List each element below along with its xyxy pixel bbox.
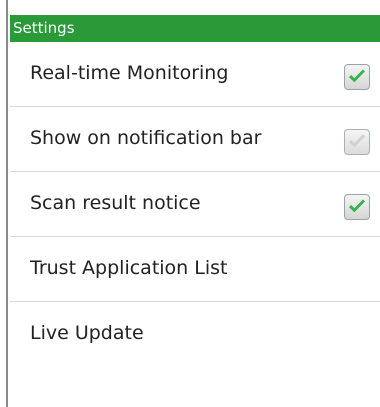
- setting-scan-result-notice[interactable]: Scan result notice: [10, 172, 380, 237]
- setting-live-update[interactable]: Live Update: [10, 302, 380, 367]
- setting-trust-application-list[interactable]: Trust Application List: [10, 237, 380, 302]
- check-icon: [349, 69, 365, 83]
- setting-label-show-on-notification-bar: Show on notification bar: [30, 127, 262, 149]
- check-icon: [349, 199, 365, 213]
- show-on-notification-bar-checkbox[interactable]: [344, 129, 370, 155]
- left-panel-border: [6, 0, 8, 407]
- settings-header: Settings: [10, 15, 380, 42]
- setting-show-on-notification-bar[interactable]: Show on notification bar: [10, 107, 380, 172]
- setting-label-scan-result-notice: Scan result notice: [30, 192, 201, 214]
- real-time-monitoring-checkbox[interactable]: [344, 64, 370, 90]
- scan-result-notice-checkbox[interactable]: [344, 194, 370, 220]
- setting-label-live-update: Live Update: [30, 322, 144, 344]
- check-icon: [349, 134, 365, 148]
- setting-real-time-monitoring[interactable]: Real-time Monitoring: [10, 42, 380, 107]
- setting-label-trust-application-list: Trust Application List: [30, 257, 228, 279]
- setting-label-real-time-monitoring: Real-time Monitoring: [30, 62, 229, 84]
- settings-panel: Settings Real-time Monitoring Show on no…: [10, 15, 380, 407]
